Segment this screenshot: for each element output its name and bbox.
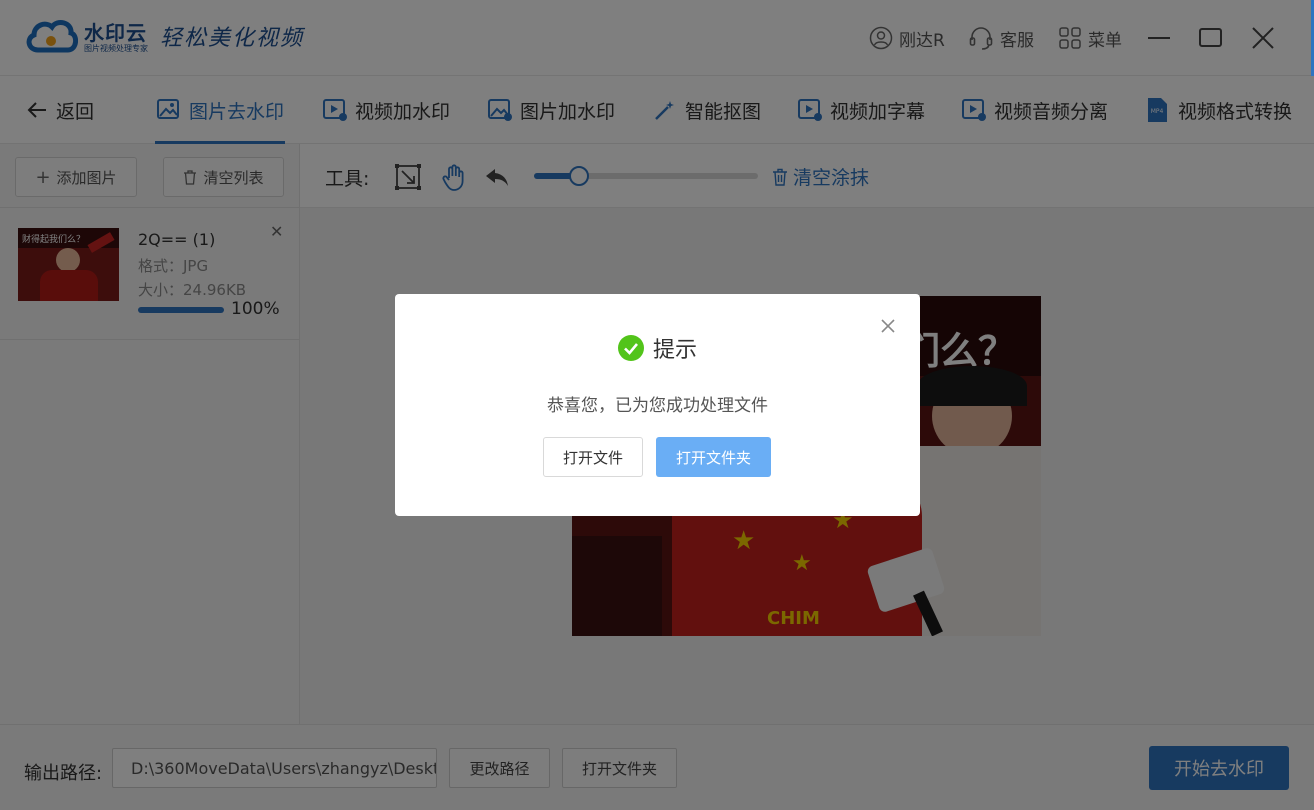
success-dialog: 提示 恭喜您，已为您成功处理文件 打开文件 打开文件夹: [395, 294, 920, 516]
dialog-open-folder-button[interactable]: 打开文件夹: [656, 437, 771, 477]
dialog-title: 提示: [395, 332, 920, 364]
check-circle-icon: [617, 335, 644, 361]
dialog-title-text: 提示: [652, 338, 697, 363]
dialog-message: 恭喜您，已为您成功处理文件: [547, 396, 768, 416]
open-file-button[interactable]: 打开文件: [543, 437, 643, 477]
